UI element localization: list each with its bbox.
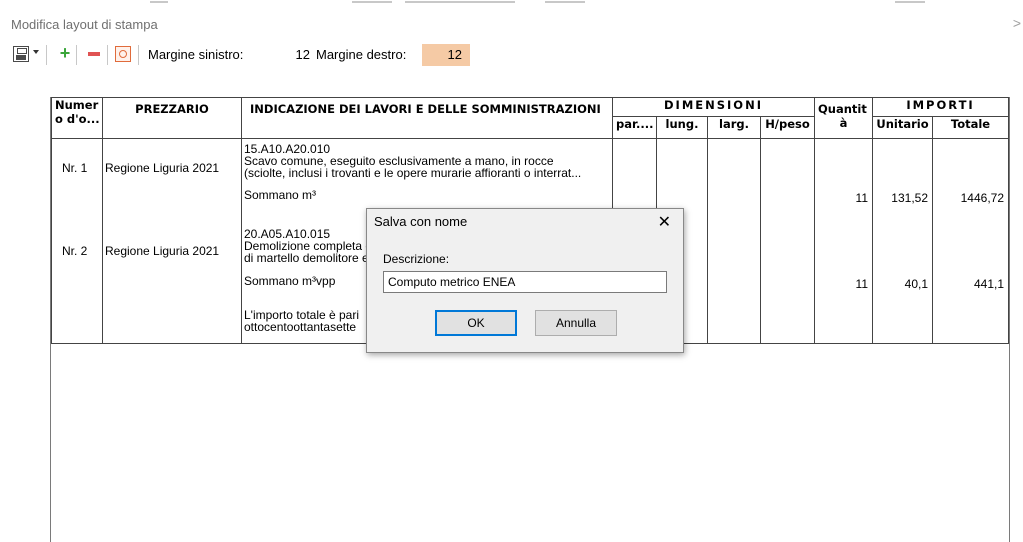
- row2-prezzario: Regione Liguria 2021: [105, 244, 220, 258]
- row2-number: Nr. 2: [62, 244, 88, 258]
- cell-hpeso: [760, 138, 815, 344]
- header-lung: lung.: [656, 116, 708, 139]
- header-importi: IMPORTI: [871, 97, 1010, 117]
- row1-desc-line2: (sciolte, inclusi i trovanti e le opere …: [244, 166, 582, 180]
- cell-larg: [707, 138, 761, 344]
- save-as-dialog: Salva con nome ✕ Descrizione: OK Annulla: [366, 208, 684, 353]
- toolbar-separator: [107, 45, 108, 65]
- stop-icon[interactable]: [115, 46, 131, 62]
- toolbar-separator: [76, 45, 77, 65]
- header-quantity-line1: Quantit: [818, 102, 867, 116]
- row1-number: Nr. 1: [62, 161, 88, 175]
- header-number-line1: Numer: [55, 98, 99, 113]
- header-description: INDICAZIONE DEI LAVORI E DELLE SOMMINIST…: [241, 97, 613, 139]
- toolbar: + Margine sinistro: 12 Margine destro: 1…: [8, 43, 1023, 67]
- cell-totale: 1446,72 441,1: [931, 138, 1010, 344]
- window-title: Modifica layout di stampa: [11, 17, 158, 32]
- margin-left-label: Margine sinistro:: [148, 47, 244, 62]
- header-quantity-line2: à: [839, 116, 848, 130]
- margin-right-label: Margine destro:: [316, 47, 407, 62]
- top-border-seg: [545, 1, 585, 3]
- top-border-seg: [352, 1, 392, 3]
- row2-quantity: 11: [855, 277, 868, 291]
- remove-icon[interactable]: [86, 46, 102, 62]
- cell-unitario: 131,52 40,1: [872, 138, 933, 344]
- toolbar-separator: [138, 45, 139, 65]
- margin-left-input[interactable]: 12: [268, 44, 318, 66]
- row1-summary: Sommano m³: [244, 188, 317, 202]
- description-label: Descrizione:: [383, 252, 450, 266]
- cell-number: Nr. 1 Nr. 2: [51, 138, 103, 344]
- header-larg: larg.: [707, 116, 761, 139]
- cell-quantity: 11 11: [814, 138, 873, 344]
- top-border-seg: [895, 1, 925, 3]
- toolbar-separator: [46, 45, 47, 65]
- row2-summary: Sommano m³vpp: [244, 274, 336, 288]
- description-input[interactable]: [383, 271, 667, 293]
- header-number: Numer o d'o...: [51, 97, 103, 139]
- header-hpeso: H/peso: [760, 116, 815, 139]
- ok-button[interactable]: OK: [435, 310, 517, 336]
- save-icon[interactable]: [13, 46, 29, 62]
- row2-desc-line2: di martello demolitore e: [244, 251, 369, 265]
- row1-prezzario: Regione Liguria 2021: [105, 161, 220, 175]
- cancel-button[interactable]: Annulla: [535, 310, 617, 336]
- row1-unit-price: 131,52: [891, 191, 928, 205]
- window-close-icon[interactable]: >: [1013, 15, 1021, 31]
- add-icon[interactable]: +: [57, 44, 73, 62]
- top-border-seg: [150, 1, 168, 3]
- cell-prezzario: Regione Liguria 2021 Regione Liguria 202…: [102, 138, 242, 344]
- footer-line2: ottocentoottantasette: [244, 320, 357, 334]
- header-unitario: Unitario: [872, 116, 933, 139]
- dialog-close-icon[interactable]: ✕: [658, 212, 671, 232]
- row1-total: 1446,72: [960, 191, 1005, 205]
- top-border: [0, 0, 1023, 4]
- margin-right-input[interactable]: 12: [422, 44, 470, 66]
- dialog-title: Salva con nome: [374, 214, 468, 229]
- header-number-line2: o d'o...: [55, 112, 100, 126]
- row2-unit-price: 40,1: [904, 277, 928, 291]
- row2-total: 441,1: [973, 277, 1005, 291]
- header-totale: Totale: [931, 116, 1010, 139]
- top-border-seg: [405, 1, 515, 3]
- row1-quantity: 11: [855, 191, 868, 205]
- header-quantity: Quantit à: [814, 97, 873, 139]
- save-dropdown-arrow-icon[interactable]: [33, 50, 39, 54]
- header-prezzario: PREZZARIO: [102, 97, 242, 139]
- header-par: par....: [612, 116, 657, 139]
- header-dimensions: DIMENSIONI: [612, 97, 815, 117]
